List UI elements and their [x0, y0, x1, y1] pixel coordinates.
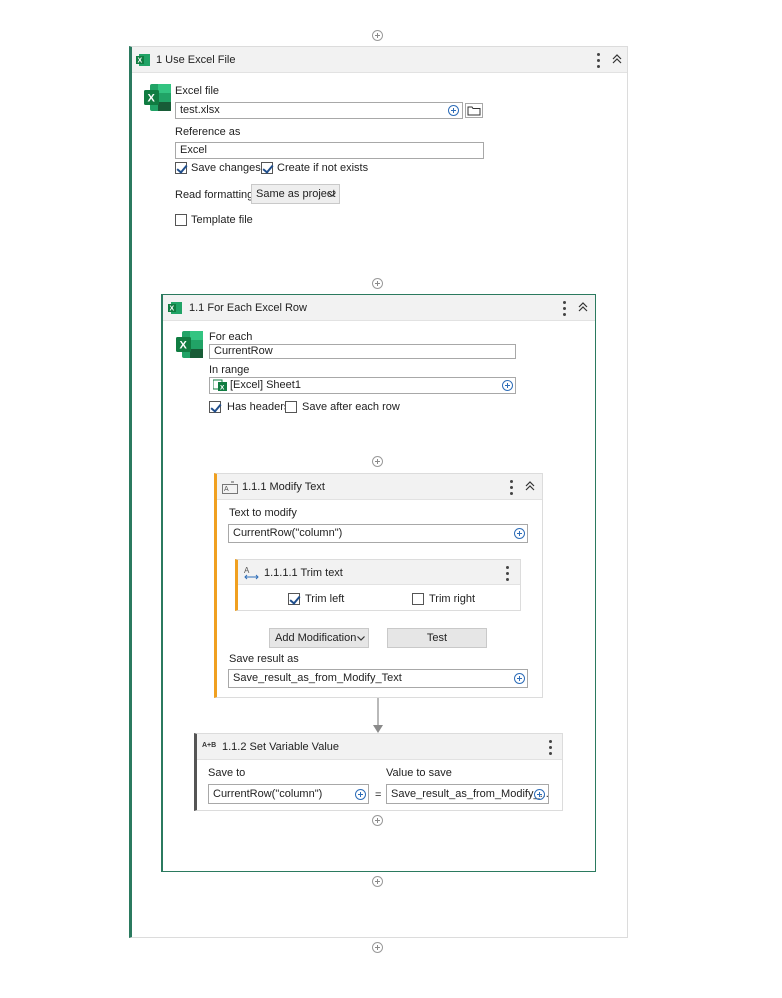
kebab-menu-icon[interactable]	[563, 301, 567, 317]
create-if-not-exists-checkbox[interactable]	[261, 162, 273, 174]
add-modification-label: Add Modification	[275, 632, 357, 644]
activity-title: 1.1.2 Set Variable Value	[222, 741, 340, 753]
equals-sign: =	[375, 789, 382, 801]
add-activity-icon[interactable]	[372, 942, 383, 953]
svg-text:X: X	[170, 306, 175, 313]
collapse-chevron-icon[interactable]	[525, 481, 535, 491]
for-each-label: For each	[209, 331, 253, 343]
trim-right-checkbox[interactable]	[412, 593, 424, 605]
activity-title: 1 Use Excel File	[156, 54, 236, 66]
in-range-field[interactable]: [Excel] Sheet1	[209, 377, 516, 394]
create-if-not-exists-label: Create if not exists	[277, 162, 369, 174]
in-range-value: [Excel] Sheet1	[230, 379, 301, 391]
trim-text-icon: A	[244, 566, 259, 580]
save-after-each-row-checkbox[interactable]	[285, 401, 297, 413]
add-value-icon[interactable]	[448, 105, 459, 116]
read-formatting-dropdown[interactable]: Same as project	[251, 184, 340, 204]
kebab-menu-icon[interactable]	[510, 480, 514, 496]
excel-icon: X	[176, 331, 203, 358]
kebab-menu-icon[interactable]	[549, 740, 553, 756]
trim-right-label: Trim right	[429, 593, 476, 605]
activity-header[interactable]: A 1.1.1 Modify Text	[217, 474, 542, 500]
kebab-menu-icon[interactable]	[597, 53, 601, 69]
in-range-label: In range	[209, 364, 250, 376]
save-to-field[interactable]: CurrentRow("column")	[208, 784, 369, 804]
add-value-icon[interactable]	[514, 673, 525, 684]
reference-as-field[interactable]: Excel	[175, 142, 484, 159]
add-activity-icon[interactable]	[372, 815, 383, 826]
activity-header[interactable]: A 1.1.1.1 Trim text	[238, 560, 520, 585]
excel-file-label: Excel file	[175, 85, 220, 97]
svg-text:A: A	[244, 566, 250, 575]
trim-left-checkbox[interactable]	[288, 593, 300, 605]
svg-text:X: X	[180, 340, 188, 352]
has-headers-checkbox[interactable]	[209, 401, 221, 413]
activity-header[interactable]: X 1 Use Excel File	[132, 47, 627, 73]
add-modification-button[interactable]: Add Modification	[269, 628, 369, 648]
activity-header[interactable]: A+B 1.1.2 Set Variable Value	[197, 734, 562, 760]
has-headers-label: Has headers	[227, 401, 290, 413]
save-result-as-field[interactable]: Save_result_as_from_Modify_Text	[228, 669, 528, 688]
dropdown-chevron-icon	[357, 636, 365, 641]
activity-title: 1.1.1.1 Trim text	[264, 567, 343, 579]
svg-text:X: X	[220, 385, 225, 392]
value-to-save-field[interactable]: Save_result_as_from_Modify_...	[386, 784, 549, 804]
kebab-menu-icon[interactable]	[506, 566, 510, 582]
excel-icon: X	[136, 54, 150, 66]
excel-range-icon: X	[213, 379, 227, 391]
set-variable-icon: A+B	[202, 742, 217, 749]
save-changes-checkbox[interactable]	[175, 162, 187, 174]
value-to-save-label: Value to save	[386, 767, 452, 779]
text-to-modify-field[interactable]: CurrentRow("column")	[228, 524, 528, 543]
template-file-checkbox[interactable]	[175, 214, 187, 226]
folder-icon[interactable]	[465, 103, 483, 118]
read-formatting-value: Same as project	[256, 188, 336, 200]
template-file-label: Template file	[191, 214, 253, 226]
flow-arrow-icon	[373, 698, 383, 733]
add-value-icon[interactable]	[534, 789, 545, 800]
for-each-field[interactable]: CurrentRow	[209, 344, 516, 359]
modify-text-icon: A	[222, 481, 238, 494]
text-to-modify-label: Text to modify	[229, 507, 297, 519]
add-value-icon[interactable]	[514, 528, 525, 539]
save-after-each-row-label: Save after each row	[302, 401, 400, 413]
reference-as-label: Reference as	[175, 126, 241, 138]
activity-title: 1.1 For Each Excel Row	[189, 302, 307, 314]
activity-header[interactable]: X 1.1 For Each Excel Row	[163, 295, 595, 321]
test-button[interactable]: Test	[387, 628, 487, 648]
add-activity-icon[interactable]	[372, 456, 383, 467]
read-formatting-label: Read formatting	[175, 189, 254, 201]
add-value-icon[interactable]	[355, 789, 366, 800]
svg-text:X: X	[148, 93, 156, 105]
trim-text-activity: A 1.1.1.1 Trim text	[235, 559, 521, 611]
add-activity-icon[interactable]	[372, 278, 383, 289]
excel-icon: X	[168, 302, 182, 314]
svg-text:A: A	[224, 486, 229, 493]
save-to-label: Save to	[208, 767, 246, 779]
add-activity-icon[interactable]	[372, 876, 383, 887]
excel-file-field[interactable]: test.xlsx	[175, 102, 463, 119]
collapse-chevron-icon[interactable]	[612, 54, 622, 64]
add-value-icon[interactable]	[502, 380, 513, 391]
save-changes-label: Save changes	[191, 162, 261, 174]
dropdown-chevron-icon	[328, 192, 336, 197]
add-activity-icon[interactable]	[372, 30, 383, 41]
activity-title: 1.1.1 Modify Text	[242, 481, 325, 493]
collapse-chevron-icon[interactable]	[578, 302, 588, 312]
excel-icon: X	[144, 84, 171, 111]
save-result-as-label: Save result as	[229, 653, 299, 665]
trim-left-label: Trim left	[305, 593, 345, 605]
svg-text:X: X	[138, 58, 143, 65]
